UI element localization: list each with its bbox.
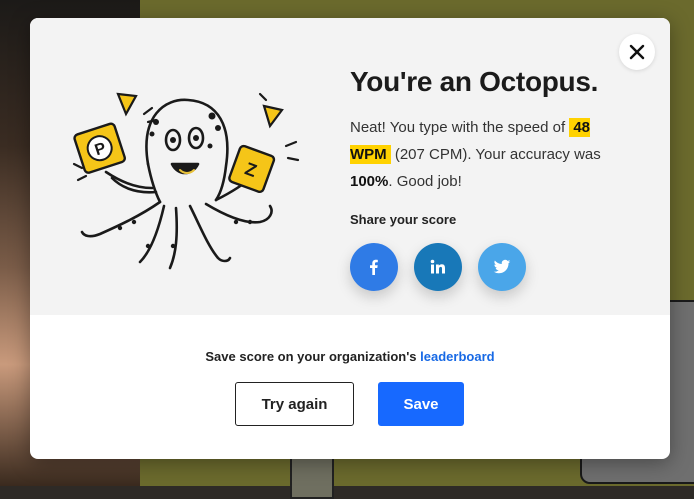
save-note-text: Save score on your organization's [205, 349, 417, 364]
octopus-illustration: P Z [72, 92, 300, 270]
save-score-note: Save score on your organization's leader… [30, 349, 670, 364]
close-button[interactable] [619, 34, 655, 70]
result-summary: Neat! You type with the speed of 48 WPM … [350, 114, 630, 195]
linkedin-share-button[interactable] [414, 243, 462, 291]
close-icon [629, 44, 645, 60]
try-again-button[interactable]: Try again [235, 382, 354, 426]
cpm-text: (207 CPM). Your accuracy was [394, 146, 601, 163]
twitter-share-button[interactable] [478, 243, 526, 291]
good-job-text: . Good job! [388, 173, 462, 190]
background-arrow-key [290, 455, 334, 499]
accuracy-value: 100% [350, 173, 389, 190]
leaderboard-link[interactable]: leaderboard [420, 349, 494, 364]
share-label: Share your score [350, 212, 457, 227]
twitter-icon [493, 259, 511, 274]
result-title: You're an Octopus. [350, 66, 599, 97]
facebook-icon [370, 259, 378, 275]
save-button[interactable]: Save [378, 382, 464, 426]
linkedin-icon [430, 259, 445, 274]
result-modal: P Z You're an Octopus. Neat! You type wi… [30, 18, 670, 459]
speed-text: Neat! You type with the speed of [350, 119, 566, 136]
facebook-share-button[interactable] [350, 243, 398, 291]
